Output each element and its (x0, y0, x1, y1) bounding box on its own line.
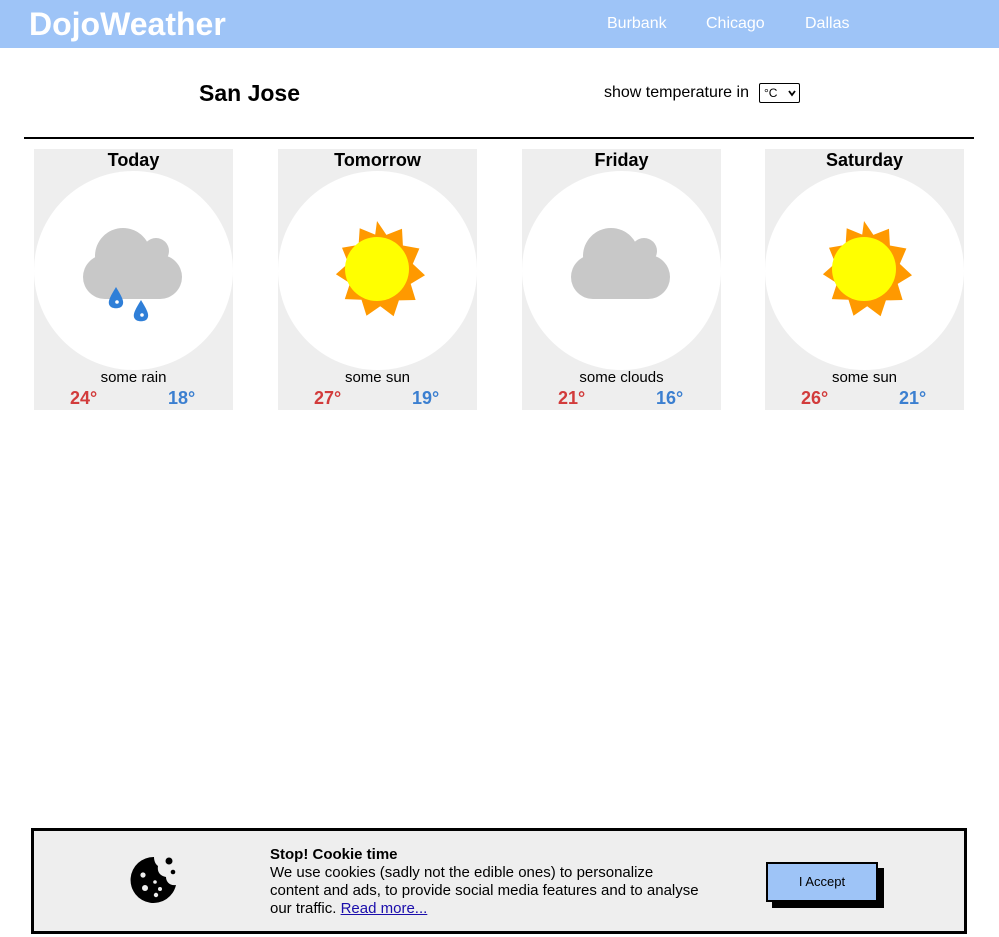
forecast-card-saturday: Saturday some sun 26° 21° (765, 149, 964, 410)
high-temperature: 21° (558, 388, 586, 408)
weather-description: some sun (344, 369, 411, 386)
cloud-icon (571, 228, 670, 299)
high-temperature: 27° (314, 388, 342, 408)
unit-selected-value: °C (764, 86, 778, 100)
weather-description: some clouds (579, 369, 664, 386)
nav-link-dallas[interactable]: Dallas (805, 14, 849, 34)
weather-description: some sun (831, 369, 898, 386)
header-bar: DojoWeather Burbank Chicago Dallas (0, 0, 999, 48)
rain-cloud-icon (83, 228, 182, 322)
card-day: Friday (594, 150, 649, 170)
nav-link-burbank[interactable]: Burbank (607, 14, 667, 34)
read-more-link[interactable]: Read more... (341, 900, 428, 917)
weather-description: some rain (100, 369, 167, 386)
cookie-body: We use cookies (sadly not the edible one… (270, 864, 699, 917)
low-temperature: 16° (656, 388, 684, 408)
city-title: San Jose (199, 80, 300, 106)
weather-icon-circle (34, 171, 233, 370)
forecast-card-tomorrow: Tomorrow some sun 27° 19° (278, 149, 477, 410)
chevron-down-icon (788, 90, 796, 97)
low-temperature: 19° (412, 388, 440, 408)
nav-link-chicago[interactable]: Chicago (706, 14, 765, 34)
cookie-title: Stop! Cookie time (270, 846, 398, 863)
accept-cookies-button[interactable]: I Accept (766, 862, 878, 902)
sun-icon (335, 221, 425, 317)
low-temperature: 18° (168, 388, 196, 408)
cookie-banner: Stop! Cookie time We use cookies (sadly … (31, 828, 967, 934)
cookie-icon (130, 856, 176, 903)
card-day: Tomorrow (334, 150, 421, 170)
high-temperature: 26° (801, 388, 829, 408)
high-temperature: 24° (70, 388, 98, 408)
card-day: Today (107, 150, 160, 170)
unit-label: show temperature in (604, 84, 749, 101)
weather-icon-circle (278, 171, 477, 370)
card-day: Saturday (825, 150, 904, 170)
divider (24, 137, 974, 139)
forecast-card-friday: Friday some clouds 21° 16° (522, 149, 721, 410)
low-temperature: 21° (899, 388, 927, 408)
main-nav: Burbank Chicago Dallas (0, 14, 999, 34)
sun-icon (822, 221, 912, 317)
temperature-unit-select[interactable]: °C (759, 83, 800, 103)
weather-icon-circle (765, 171, 964, 370)
cookie-message: Stop! Cookie time We use cookies (sadly … (270, 846, 700, 918)
weather-icon-circle (522, 171, 721, 370)
forecast-card-today: Today some rain 24° 18° (34, 149, 233, 410)
